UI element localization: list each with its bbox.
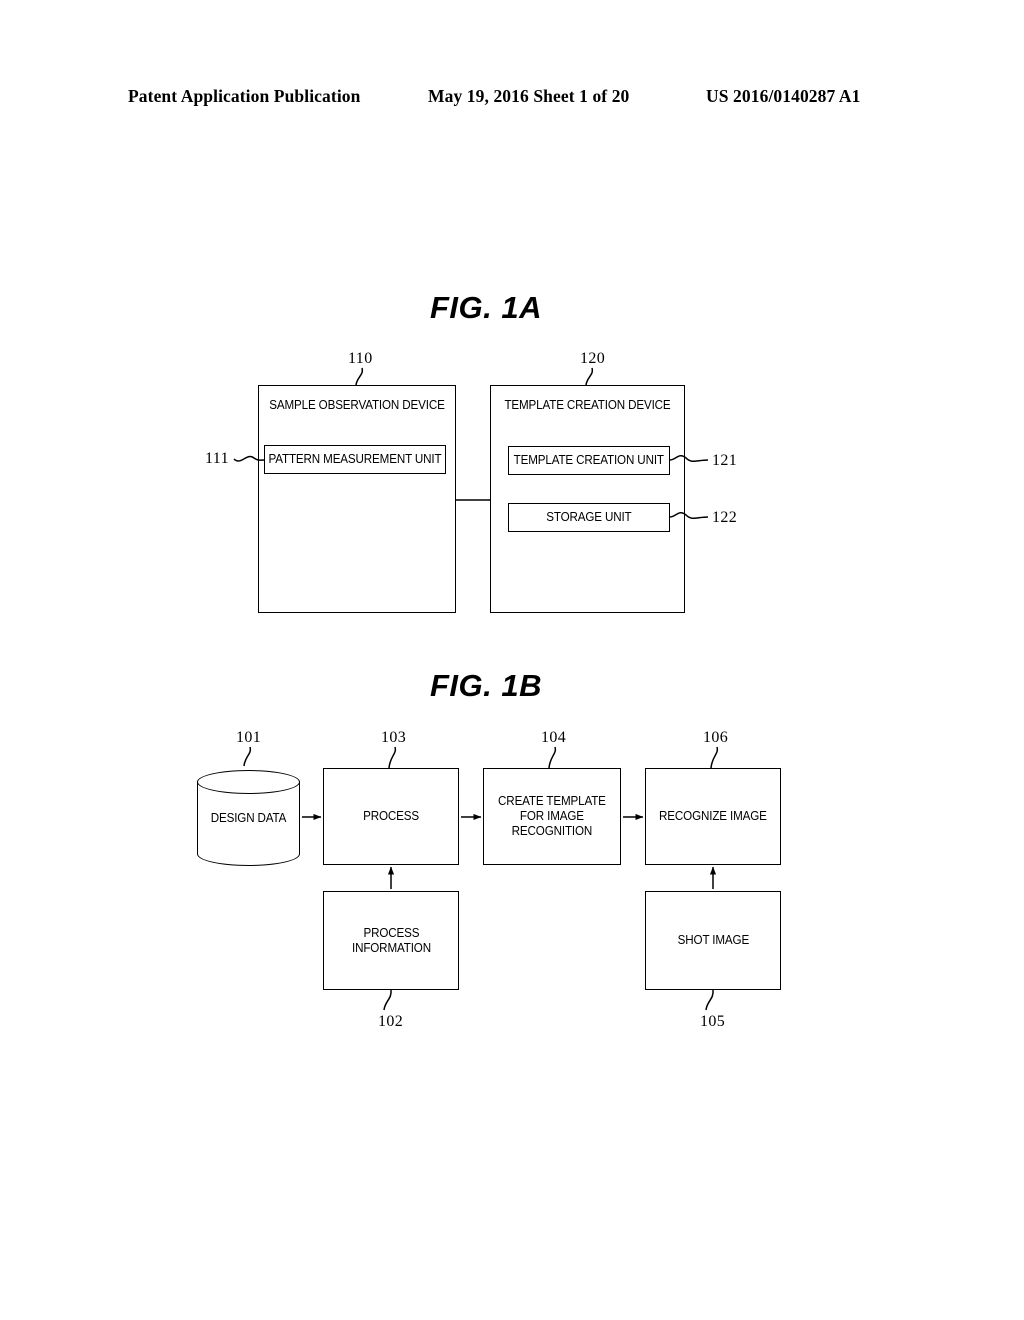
template-creation-unit-label: TEMPLATE CREATION UNIT	[513, 453, 665, 468]
header-publication-type: Patent Application Publication	[128, 86, 361, 106]
ref-120: 120	[580, 350, 606, 367]
create-template-line-2: FOR IMAGE	[520, 809, 584, 824]
process-information-line-1: PROCESS	[363, 925, 419, 940]
leader-110	[355, 367, 364, 386]
process-label: PROCESS	[363, 809, 419, 824]
storage-unit-box: STORAGE UNIT	[508, 503, 670, 532]
sample-observation-device-label: SAMPLE OBSERVATION DEVICE	[269, 398, 445, 412]
leader-101	[243, 746, 252, 767]
figure-1b-title: FIG. 1B	[430, 668, 543, 703]
template-creation-device-box: TEMPLATE CREATION DEVICE	[490, 385, 685, 613]
process-box: PROCESS	[323, 768, 459, 865]
leader-106	[710, 746, 719, 769]
leader-104	[548, 746, 557, 769]
recognize-image-box: RECOGNIZE IMAGE	[645, 768, 781, 865]
ref-102: 102	[378, 1013, 404, 1030]
sample-observation-device-box: SAMPLE OBSERVATION DEVICE	[258, 385, 456, 613]
ref-104: 104	[541, 729, 567, 746]
template-creation-unit-box: TEMPLATE CREATION UNIT	[508, 446, 670, 475]
ref-122: 122	[712, 509, 738, 526]
leader-105	[705, 989, 714, 1011]
pattern-measurement-unit-label: PATTERN MEASUREMENT UNIT	[268, 452, 442, 467]
header-publication-number: US 2016/0140287 A1	[706, 86, 861, 106]
create-template-label: CREATE TEMPLATE FOR IMAGE RECOGNITION	[498, 794, 606, 838]
process-information-line-2: INFORMATION	[351, 940, 431, 955]
template-creation-device-label: TEMPLATE CREATION DEVICE	[504, 398, 671, 412]
leader-102	[383, 989, 392, 1011]
publication-header: Patent Application Publication May 19, 2…	[0, 86, 1024, 112]
ref-105: 105	[700, 1013, 726, 1030]
figure-1a-title: FIG. 1A	[430, 290, 543, 325]
shot-image-box: SHOT IMAGE	[645, 891, 781, 990]
ref-121: 121	[712, 452, 738, 469]
ref-103: 103	[381, 729, 407, 746]
ref-106: 106	[703, 729, 729, 746]
create-template-line-3: RECOGNITION	[511, 823, 593, 838]
design-data-label: DESIGN DATA	[210, 811, 287, 825]
design-data-cylinder: DESIGN DATA	[197, 770, 300, 866]
pattern-measurement-unit-box: PATTERN MEASUREMENT UNIT	[264, 445, 446, 474]
create-template-line-1: CREATE TEMPLATE	[498, 794, 606, 809]
figure-connector-overlay	[233, 367, 719, 1011]
patent-drawing-page: Patent Application Publication May 19, 2…	[0, 0, 1024, 1320]
storage-unit-label: STORAGE UNIT	[546, 510, 632, 525]
create-template-box: CREATE TEMPLATE FOR IMAGE RECOGNITION	[483, 768, 621, 865]
recognize-image-label: RECOGNIZE IMAGE	[659, 809, 767, 824]
process-information-label: PROCESS INFORMATION	[352, 926, 431, 956]
header-date-sheet: May 19, 2016 Sheet 1 of 20	[428, 86, 630, 106]
shot-image-label: SHOT IMAGE	[677, 933, 749, 948]
leader-120	[585, 367, 594, 386]
ref-110: 110	[348, 350, 373, 367]
ref-111: 111	[205, 450, 230, 467]
ref-101: 101	[236, 729, 262, 746]
leader-103	[388, 746, 397, 769]
process-information-box: PROCESS INFORMATION	[323, 891, 459, 990]
